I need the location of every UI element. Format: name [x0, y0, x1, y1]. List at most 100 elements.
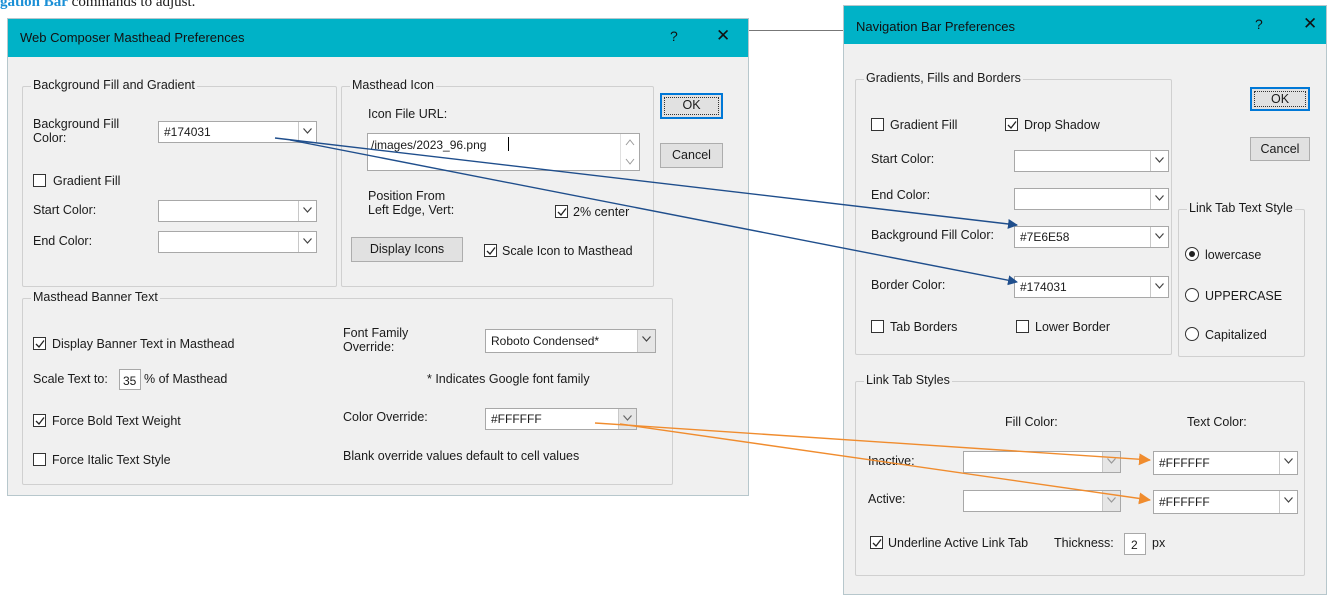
end-color-combo[interactable]	[158, 231, 317, 253]
active-text-color-value: #FFFFFF	[1159, 495, 1210, 509]
start-color-combo[interactable]	[158, 200, 317, 222]
navbar-title-bar[interactable]: Navigation Bar Preferences ? ✕	[844, 6, 1326, 44]
border-color-combo[interactable]: #174031	[1014, 276, 1169, 298]
document-header-text: gation Bar commands to adjust.	[0, 0, 195, 11]
checkmark-icon	[35, 340, 45, 348]
focus-rectangle	[664, 97, 719, 115]
display-banner-checkbox[interactable]	[33, 337, 46, 350]
end-color-label: End Color:	[33, 234, 93, 248]
tab-borders-checkbox[interactable]	[871, 320, 884, 333]
end-color-combo[interactable]	[1014, 188, 1169, 210]
icon-file-url-value: /images/2023_96.png	[371, 138, 487, 152]
start-color-label: Start Color:	[33, 203, 97, 217]
chevron-down-icon[interactable]	[1102, 491, 1120, 511]
checkmark-icon	[486, 247, 496, 255]
gfb-group-legend: Gradients, Fills and Borders	[864, 71, 1023, 85]
scale-text-input[interactable]: 35	[119, 369, 141, 390]
scale-text-suffix: % of Masthead	[144, 372, 228, 386]
chevron-down-icon[interactable]	[1150, 277, 1168, 297]
icon-file-url-label: Icon File URL:	[368, 107, 448, 121]
masthead-icon-group-legend: Masthead Icon	[350, 78, 436, 92]
ok-button[interactable]: OK	[660, 93, 723, 119]
scale-icon-label: Scale Icon to Masthead	[502, 244, 633, 258]
chevron-down-icon[interactable]	[1150, 227, 1168, 247]
chevron-down-icon[interactable]	[637, 330, 655, 352]
icon-file-url-input[interactable]: /images/2023_96.png	[367, 133, 640, 171]
masthead-dialog-title: Web Composer Masthead Preferences	[20, 30, 245, 45]
end-color-label: End Color:	[871, 188, 931, 202]
start-color-combo[interactable]	[1014, 150, 1169, 172]
active-fill-color-combo[interactable]	[963, 490, 1121, 512]
font-family-combo[interactable]: Roboto Condensed*	[485, 329, 656, 353]
close-icon[interactable]: ✕	[1303, 14, 1317, 34]
connector-line	[748, 30, 846, 31]
chevron-down-icon[interactable]	[1279, 491, 1297, 513]
help-icon[interactable]: ?	[1255, 16, 1263, 32]
background-fill-color-combo[interactable]: #7E6E58	[1014, 226, 1169, 248]
ok-button[interactable]: OK	[1250, 87, 1310, 111]
masthead-preferences-dialog: Web Composer Masthead Preferences ? ✕ Ba…	[7, 18, 749, 496]
center-label: 2% center	[573, 205, 630, 219]
force-italic-checkbox[interactable]	[33, 453, 46, 466]
checkmark-icon	[872, 539, 882, 547]
capitalized-label: Capitalized	[1205, 328, 1267, 342]
chevron-down-icon[interactable]	[1150, 151, 1168, 171]
banner-text-group-legend: Masthead Banner Text	[31, 290, 160, 304]
color-override-combo[interactable]: #FFFFFF	[485, 408, 637, 430]
url-scrollbar[interactable]	[620, 134, 639, 170]
google-font-note: * Indicates Google font family	[427, 372, 590, 386]
inactive-label: Inactive:	[868, 454, 915, 468]
scale-text-value: 35	[123, 374, 137, 388]
background-fill-color-combo[interactable]: #174031	[158, 121, 317, 143]
force-bold-checkbox[interactable]	[33, 414, 46, 427]
navigation-bar-preferences-dialog: Navigation Bar Preferences ? ✕ Gradients…	[843, 5, 1327, 595]
capitalized-radio[interactable]	[1185, 327, 1199, 341]
active-text-color-combo[interactable]: #FFFFFF	[1153, 490, 1298, 514]
display-banner-label: Display Banner Text in Masthead	[52, 337, 235, 351]
gradient-fill-checkbox[interactable]	[871, 118, 884, 131]
scroll-arrows-icon	[625, 139, 635, 165]
drop-shadow-checkbox[interactable]	[1005, 118, 1018, 131]
gradients-fills-borders-group: Gradients, Fills and Borders Gradient Fi…	[855, 71, 1172, 355]
chevron-down-icon[interactable]	[1102, 452, 1120, 472]
chevron-down-icon[interactable]	[1150, 189, 1168, 209]
radio-selected-dot	[1189, 251, 1195, 257]
thickness-input[interactable]: 2	[1124, 533, 1146, 555]
display-icons-button[interactable]: Display Icons	[351, 237, 463, 262]
thickness-value: 2	[1131, 538, 1138, 552]
force-italic-label: Force Italic Text Style	[52, 453, 171, 467]
chevron-down-icon[interactable]	[298, 201, 316, 221]
cancel-button[interactable]: Cancel	[1250, 137, 1310, 161]
chevron-down-icon[interactable]	[1279, 452, 1297, 474]
masthead-title-bar[interactable]: Web Composer Masthead Preferences ? ✕	[8, 19, 748, 57]
navigation-bar-link[interactable]: gation Bar	[0, 0, 68, 10]
inactive-text-color-value: #FFFFFF	[1159, 456, 1210, 470]
inactive-text-color-combo[interactable]: #FFFFFF	[1153, 451, 1298, 475]
font-family-value: Roboto Condensed*	[491, 334, 600, 348]
uppercase-radio[interactable]	[1185, 288, 1199, 302]
help-icon[interactable]: ?	[670, 28, 678, 44]
underline-active-checkbox[interactable]	[870, 536, 883, 549]
link-tab-text-style-group: Link Tab Text Style lowercase UPPERCASE …	[1178, 201, 1305, 357]
background-fill-color-label: Background Fill Color:	[33, 117, 120, 145]
focus-rectangle	[1254, 91, 1306, 107]
lowercase-radio[interactable]	[1185, 247, 1199, 261]
inactive-fill-color-combo[interactable]	[963, 451, 1121, 473]
blank-override-note: Blank override values default to cell va…	[343, 449, 580, 463]
chevron-down-icon[interactable]	[298, 232, 316, 252]
chevron-down-icon[interactable]	[298, 122, 316, 142]
gradient-fill-checkbox[interactable]	[33, 174, 46, 187]
thickness-unit: px	[1152, 536, 1166, 550]
background-fill-group: Background Fill and Gradient Background …	[22, 78, 337, 287]
masthead-icon-group: Masthead Icon Icon File URL: /images/202…	[341, 78, 654, 287]
cancel-button[interactable]: Cancel	[660, 143, 723, 168]
center-checkbox[interactable]	[555, 205, 568, 218]
tab-borders-label: Tab Borders	[890, 320, 958, 334]
position-from-left-label: Position From Left Edge, Vert:	[368, 189, 455, 217]
lower-border-checkbox[interactable]	[1016, 320, 1029, 333]
chevron-down-icon[interactable]	[618, 409, 636, 429]
close-icon[interactable]: ✕	[716, 26, 730, 46]
underline-active-label: Underline Active Link Tab	[888, 536, 1029, 550]
force-bold-label: Force Bold Text Weight	[52, 414, 181, 428]
scale-icon-checkbox[interactable]	[484, 244, 497, 257]
